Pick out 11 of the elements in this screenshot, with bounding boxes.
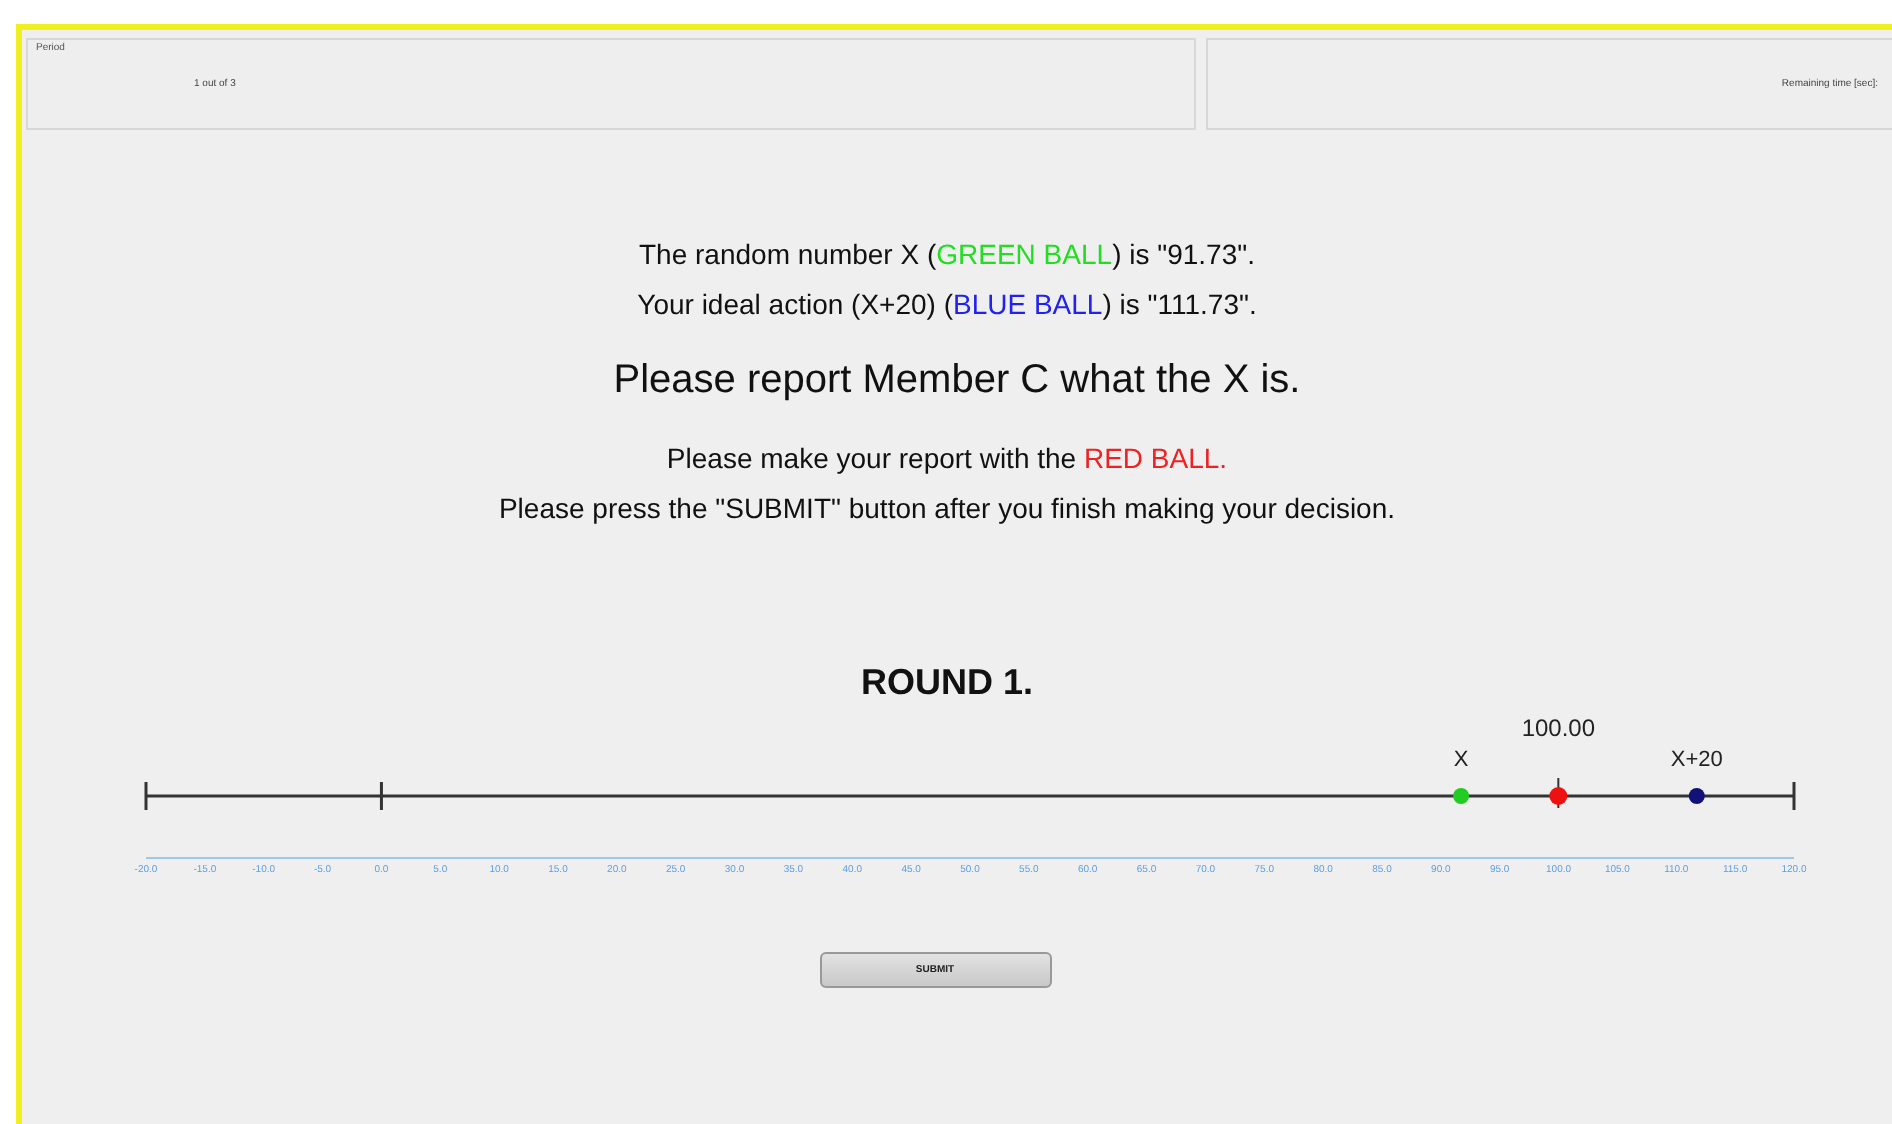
value-label: 100.00: [1521, 714, 1596, 742]
instruction-text: Your ideal action (X+20) (BLUE BALL) is "111.73".: [637, 286, 1257, 324]
round-title: ROUND 1.: [860, 662, 1033, 704]
marker-label: X+20: [1670, 748, 1723, 772]
tick-mark: [379, 782, 383, 810]
instruction-text: Please make your report with the RED BALL.: [666, 440, 1228, 478]
instruction-text: Please press the "SUBMIT" button after you finish making your decision.: [498, 490, 1396, 528]
slider-thumb[interactable]: [1549, 777, 1568, 809]
marker-label: X: [1453, 748, 1469, 772]
instruction-text: The random number X (GREEN BALL) is "91.73".: [639, 236, 1255, 274]
instruction-heading: Please report Member C what the X is.: [613, 356, 1301, 406]
